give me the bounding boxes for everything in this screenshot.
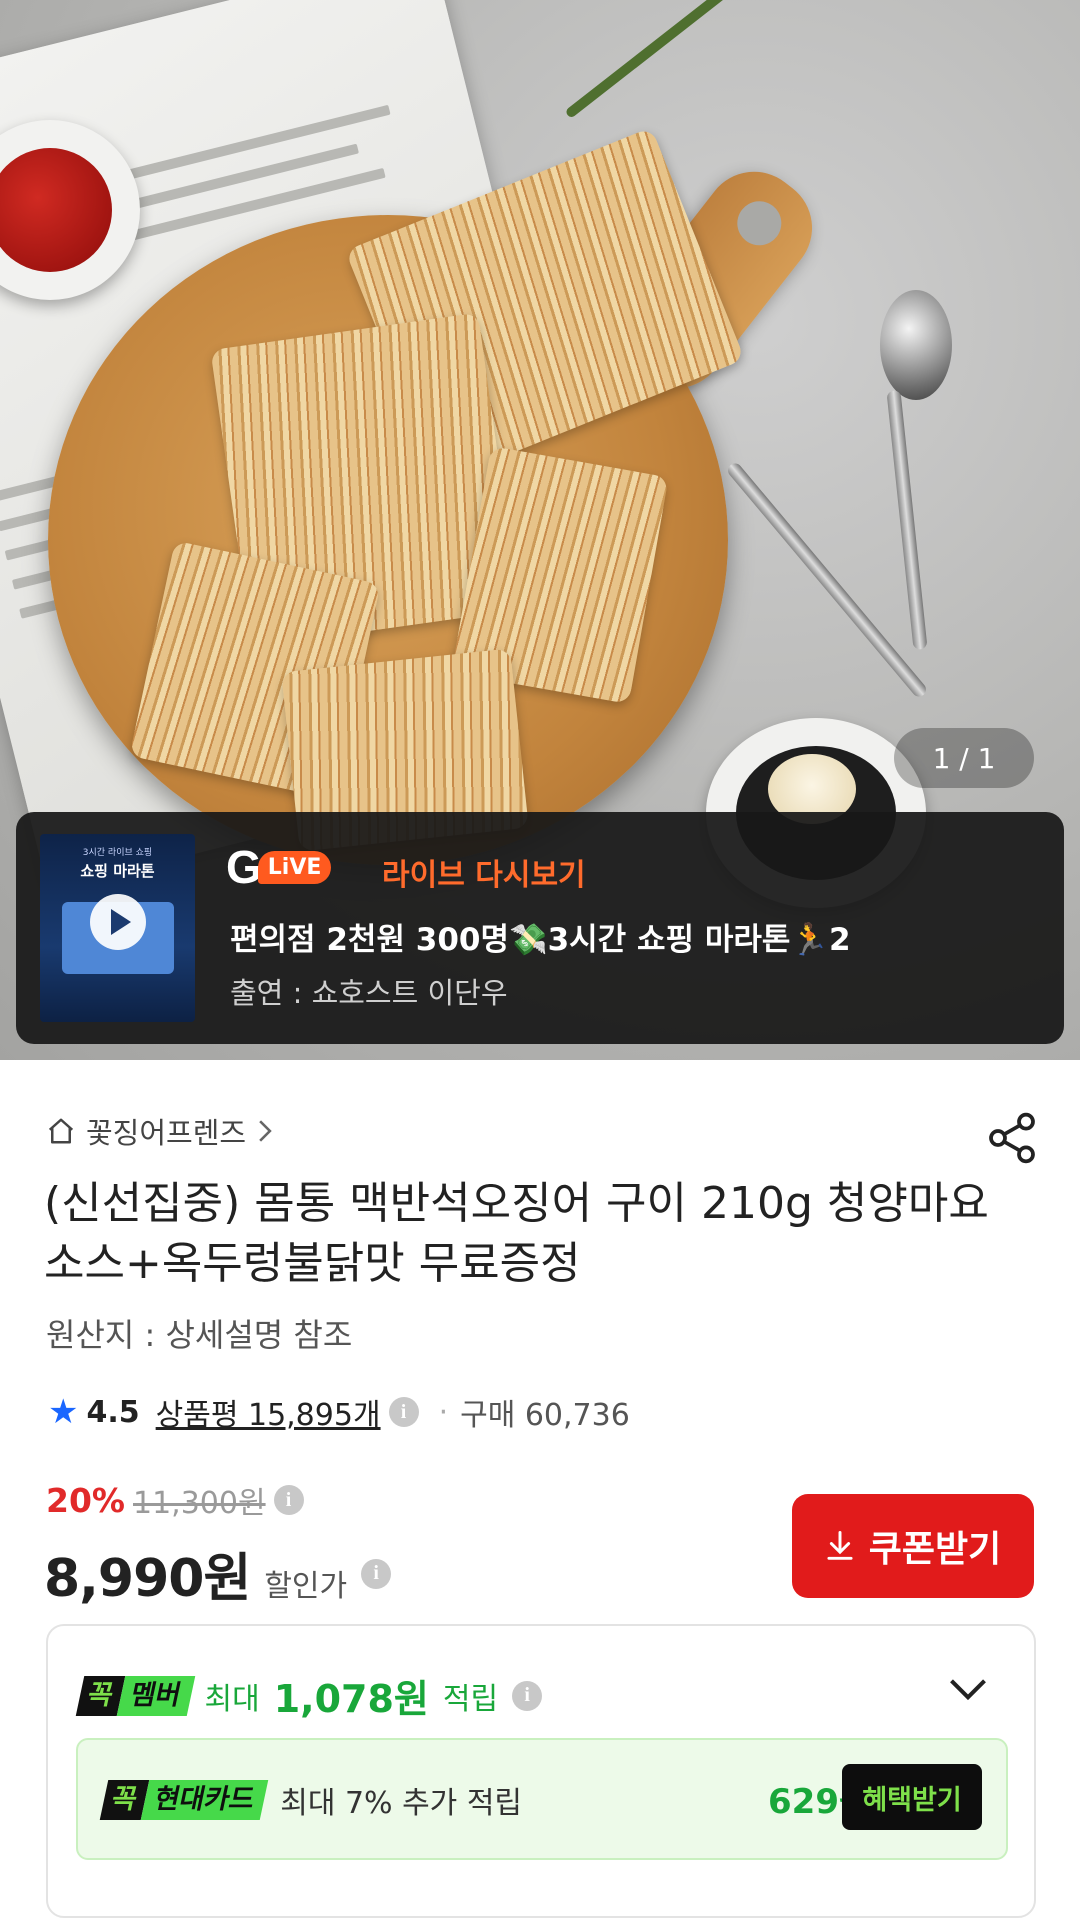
thumbnail-subtitle: 3시간 라이브 쇼핑 (82, 848, 153, 858)
spoon-handle (886, 389, 928, 651)
card-benefit-box: 꼭 현대카드 최대 7% 추가 적립 629원 혜택받기 (76, 1738, 1008, 1860)
kk-member-badge: 꼭 멤버 (75, 1675, 195, 1716)
get-benefit-button[interactable]: 혜택받기 (842, 1764, 982, 1830)
home-icon (48, 1118, 74, 1144)
sale-price: 8,990원 (44, 1549, 251, 1609)
info-icon[interactable]: i (388, 1397, 419, 1427)
herb-sprig (564, 0, 776, 119)
chevron-right-icon (259, 1120, 272, 1142)
info-icon[interactable]: i (273, 1485, 304, 1515)
live-replay-banner[interactable]: 3시간 라이브 쇼핑 쇼핑 마라톤 G LiVE 라이브 다시보기 편의점 2천… (16, 812, 1064, 1044)
g-live-logo: G LiVE (226, 841, 332, 893)
store-name: 꽃징어프렌즈 (86, 1116, 247, 1150)
separator-dot: · (438, 1394, 449, 1430)
image-pager: 1 / 1 (894, 728, 1034, 788)
store-link[interactable]: 꽃징어프렌즈 (46, 1110, 274, 1152)
thumbnail-title: 3시간 라이브 쇼핑 쇼핑 마라톤 (40, 844, 195, 880)
share-icon[interactable] (984, 1110, 1040, 1166)
discount-rate: 20% (46, 1480, 125, 1520)
product-title: (신선집중) 몸통 맥반석오징어 구이 210g 청양마요소스+옥두렁불닭맛 무… (44, 1178, 989, 1289)
member-max-label: 최대 (204, 1681, 260, 1717)
badge-member: 멤버 (116, 1675, 195, 1716)
download-icon (827, 1530, 853, 1560)
discount-row: 20% 11,300원 i (46, 1478, 304, 1522)
live-host: 출연 : 쇼호스트 이단우 (230, 976, 508, 1010)
sale-price-label: 할인가 (264, 1569, 348, 1604)
origin-info: 원산지 : 상세설명 참조 (46, 1316, 353, 1354)
member-benefit-row[interactable]: 꼭 멤버 최대 1,078원 적립 i (75, 1668, 543, 1723)
review-count-link[interactable]: 상품평 15,895개 (156, 1390, 381, 1434)
live-replay-label: 라이브 다시보기 (382, 858, 586, 893)
chevron-down-icon[interactable] (946, 1668, 990, 1712)
play-icon[interactable] (90, 894, 146, 950)
thumbnail-title-text: 쇼핑 마라톤 (80, 862, 155, 880)
member-points: 1,078원 (273, 1677, 429, 1721)
kk-card-badge: 꼭 현대카드 (99, 1780, 269, 1820)
logo-g: G (226, 841, 262, 893)
coupon-label: 쿠폰받기 (868, 1529, 1002, 1570)
card-benefit-row: 꼭 현대카드 최대 7% 추가 적립 (99, 1778, 523, 1822)
price-row: 8,990원 할인가 i (44, 1536, 392, 1611)
rating-row: ★ 4.5 상품평 15,895개 i · 구매 60,736 (48, 1390, 630, 1434)
star-icon: ★ (48, 1392, 79, 1432)
logo-live-pill: LiVE (257, 850, 332, 884)
info-icon[interactable]: i (361, 1558, 392, 1589)
member-points-suffix: 적립 (442, 1681, 499, 1717)
badge-card-name: 현대카드 (140, 1780, 269, 1820)
coupon-button[interactable]: 쿠폰받기 (792, 1494, 1034, 1598)
benefit-panel: 꼭 멤버 최대 1,078원 적립 i 꼭 현대카드 최대 7% 추가 적립 6… (46, 1624, 1036, 1918)
spoon (880, 290, 952, 400)
card-benefit-text: 최대 7% 추가 적립 (280, 1786, 523, 1821)
rating-score: 4.5 (86, 1394, 140, 1430)
original-price: 11,300원 (133, 1486, 266, 1521)
info-icon[interactable]: i (512, 1680, 543, 1711)
live-title: 편의점 2천원 300명💸3시간 쇼핑 마라톤🏃2 (230, 922, 851, 958)
live-thumbnail[interactable]: 3시간 라이브 쇼핑 쇼핑 마라톤 (40, 834, 195, 1022)
purchase-count: 구매 60,736 (460, 1398, 630, 1433)
